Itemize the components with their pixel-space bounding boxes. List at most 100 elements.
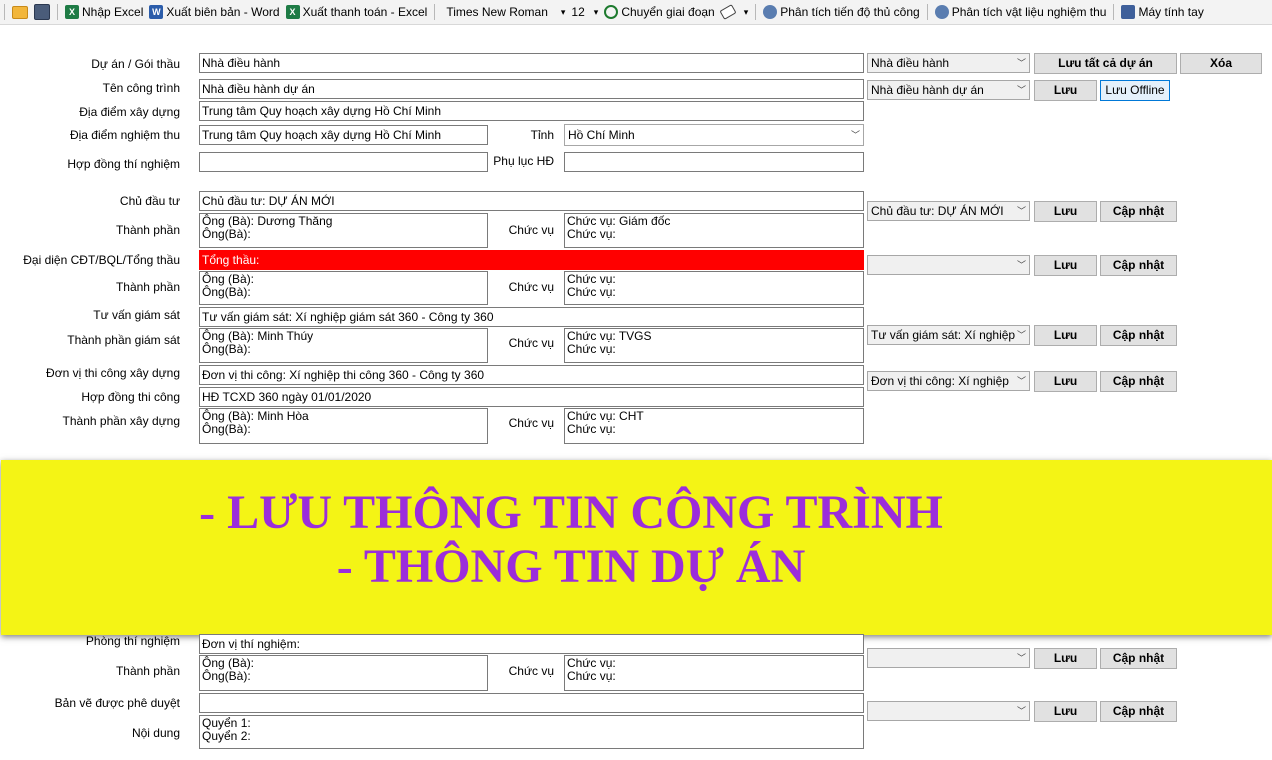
supervisor-role-input[interactable]: Chức vụ: TVGS Chức vụ:: [564, 328, 864, 363]
contractor-members-label: Thành phần xây dựng: [62, 414, 180, 428]
toolbar-separator: [755, 4, 757, 20]
transfer-stage-label: Chuyển giai đoạn: [621, 5, 715, 19]
font-name-value: Times New Roman: [446, 5, 548, 19]
contractor-role-input[interactable]: Chức vụ: CHT Chức vụ:: [564, 408, 864, 444]
representative-role-input[interactable]: Chức vụ: Chức vụ:: [564, 271, 864, 305]
representative-members-input[interactable]: Ông (Bà): Ông(Bà):: [199, 271, 488, 305]
transfer-stage-button[interactable]: Chuyển giai đoạn: [601, 2, 717, 22]
work-name-select[interactable]: Nhà điều hành dự án ﹀: [867, 80, 1030, 100]
appendix-input[interactable]: [564, 152, 864, 172]
calculator-icon: [1121, 5, 1136, 19]
investor-input[interactable]: Chủ đầu tư: DỰ ÁN MỚI: [199, 191, 864, 211]
lab-role2: Chức vụ:: [567, 669, 616, 683]
supervisor-label: Tư vấn giám sát: [93, 308, 180, 322]
province-select[interactable]: Hồ Chí Minh ﹀: [564, 124, 864, 146]
contractor-role2: Chức vụ:: [567, 422, 616, 436]
investor-members-input[interactable]: Ông (Bà): Dương Thăng Ông(Bà):: [199, 213, 488, 248]
contractor-select[interactable]: Đơn vị thi công: Xí nghiệp ﹀: [867, 371, 1030, 391]
contractor-members-input[interactable]: Ông (Bà): Minh Hòa Ông(Bà):: [199, 408, 488, 444]
analysis-icon: [934, 5, 949, 19]
update-representative-button[interactable]: Cập nhật: [1100, 255, 1177, 276]
accept-location-input[interactable]: Trung tâm Quy hoạch xây dựng Hồ Chí Minh: [199, 125, 488, 145]
import-excel-label: Nhập Excel: [82, 5, 144, 19]
save-file-button[interactable]: [31, 2, 53, 22]
chevron-down-icon: ﹀: [850, 130, 860, 140]
export-word-label: Xuất biên bản - Word: [166, 5, 280, 19]
supervisor-input[interactable]: Tư vấn giám sát: Xí nghiệp giám sát 360 …: [199, 307, 864, 327]
supervisor-members-input[interactable]: Ông (Bà): Minh Thúy Ông(Bà):: [199, 328, 488, 363]
save-offline-button[interactable]: Lưu Offline: [1100, 80, 1170, 101]
toolbar-separator: [434, 4, 436, 20]
import-excel-button[interactable]: X Nhập Excel: [62, 2, 146, 22]
work-name-select-value: Nhà điều hành dự án: [871, 83, 984, 97]
export-payment-label: Xuất thanh toán - Excel: [302, 5, 428, 19]
contractor-select-value: Đơn vị thi công: Xí nghiệp: [871, 374, 1009, 388]
eraser-dropdown[interactable]: ▾: [718, 2, 752, 22]
appendix-label: Phụ lục HĐ: [493, 154, 554, 168]
content-input[interactable]: Quyển 1: Quyển 2:: [199, 715, 864, 749]
chevron-down-icon: ▾: [593, 6, 599, 17]
investor-select[interactable]: Chủ đầu tư: DỰ ÁN MỚI ﹀: [867, 201, 1030, 221]
save-supervisor-button[interactable]: Lưu: [1034, 325, 1097, 346]
export-payment-button[interactable]: X Xuất thanh toán - Excel: [283, 2, 431, 22]
lab-members-input[interactable]: Ông (Bà): Ông(Bà):: [199, 655, 488, 691]
banner-line-2: - THÔNG TIN DỰ ÁN: [336, 540, 806, 593]
update-contractor-button[interactable]: Cập nhật: [1100, 371, 1177, 392]
investor-members-label: Thành phần: [115, 223, 180, 237]
province-label: Tỉnh: [530, 128, 554, 142]
contractor-input[interactable]: Đơn vị thi công: Xí nghiệp thi công 360 …: [199, 365, 864, 385]
save-contractor-button[interactable]: Lưu: [1034, 371, 1097, 392]
drawings-select[interactable]: ﹀: [867, 701, 1030, 721]
content-label: Nội dung: [131, 726, 180, 740]
analyze-progress-button[interactable]: Phân tích tiến độ thủ công: [760, 2, 922, 22]
update-supervisor-button[interactable]: Cập nhật: [1100, 325, 1177, 346]
contractor-contract-input[interactable]: HĐ TCXD 360 ngày 01/01/2020: [199, 387, 864, 407]
representative-input[interactable]: Tổng thầu:: [199, 250, 864, 270]
save-drawings-button[interactable]: Lưu: [1034, 701, 1097, 722]
save-investor-button[interactable]: Lưu: [1034, 201, 1097, 222]
analyze-progress-label: Phân tích tiến độ thủ công: [780, 5, 920, 19]
supervisor-members-label: Thành phần giám sát: [67, 333, 180, 347]
lab-role-input[interactable]: Chức vụ: Chức vụ:: [564, 655, 864, 691]
update-drawings-button[interactable]: Cập nhật: [1100, 701, 1177, 722]
lab-select[interactable]: ﹀: [867, 648, 1030, 668]
analyze-materials-button[interactable]: Phân tích vật liệu nghiệm thu: [932, 2, 1110, 22]
update-lab-button[interactable]: Cập nhật: [1100, 648, 1177, 669]
work-name-input[interactable]: Nhà điều hành dự án: [199, 79, 864, 99]
chevron-down-icon: ▾: [560, 6, 566, 17]
font-size-dropdown[interactable]: 12 ▾: [568, 2, 601, 22]
project-input[interactable]: Nhà điều hành: [199, 53, 864, 73]
open-button[interactable]: [9, 2, 31, 22]
update-investor-button[interactable]: Cập nhật: [1100, 201, 1177, 222]
representative-select[interactable]: ﹀: [867, 255, 1030, 275]
save-representative-button[interactable]: Lưu: [1034, 255, 1097, 276]
calculator-button[interactable]: Máy tính tay: [1118, 2, 1206, 22]
contract-input[interactable]: [199, 152, 488, 172]
toolbar-separator: [4, 4, 5, 20]
font-size-value: 12: [571, 5, 585, 19]
lab-input[interactable]: Đơn vị thí nghiệm:: [199, 634, 864, 654]
investor-label: Chủ đầu tư: [119, 194, 180, 208]
supervisor-select-value: Tư vấn giám sát: Xí nghiệp: [871, 328, 1016, 342]
export-word-button[interactable]: W Xuất biên bản - Word: [146, 2, 282, 22]
project-select[interactable]: Nhà điều hành ﹀: [867, 53, 1030, 73]
font-name-dropdown[interactable]: Times New Roman ▾: [439, 2, 568, 22]
transfer-icon: [604, 5, 619, 19]
delete-button[interactable]: Xóa: [1180, 53, 1262, 74]
calculator-label: Máy tính tay: [1138, 5, 1204, 19]
drawings-input[interactable]: [199, 693, 864, 713]
chevron-down-icon: ﹀: [1016, 260, 1026, 270]
eraser-icon: [719, 4, 737, 20]
contractor-label: Đơn vị thi công xây dựng: [46, 366, 180, 380]
save-all-button[interactable]: Lưu tất cả dự án: [1034, 53, 1177, 74]
investor-role-input[interactable]: Chức vụ: Giám đốc Chức vụ:: [564, 213, 864, 248]
save-work-button[interactable]: Lưu: [1034, 80, 1097, 101]
location-input[interactable]: Trung tâm Quy hoạch xây dựng Hồ Chí Minh: [199, 101, 864, 121]
banner-line-1: - LƯU THÔNG TIN CÔNG TRÌNH: [199, 486, 943, 539]
excel-icon: X: [65, 5, 79, 19]
supervisor-select[interactable]: Tư vấn giám sát: Xí nghiệp ﹀: [867, 325, 1030, 345]
save-lab-button[interactable]: Lưu: [1034, 648, 1097, 669]
lab-label: Phòng thí nghiệm: [85, 634, 180, 648]
representative-person2: Ông(Bà):: [202, 285, 251, 299]
promo-banner: - LƯU THÔNG TIN CÔNG TRÌNH - THÔNG TIN D…: [1, 460, 1272, 635]
